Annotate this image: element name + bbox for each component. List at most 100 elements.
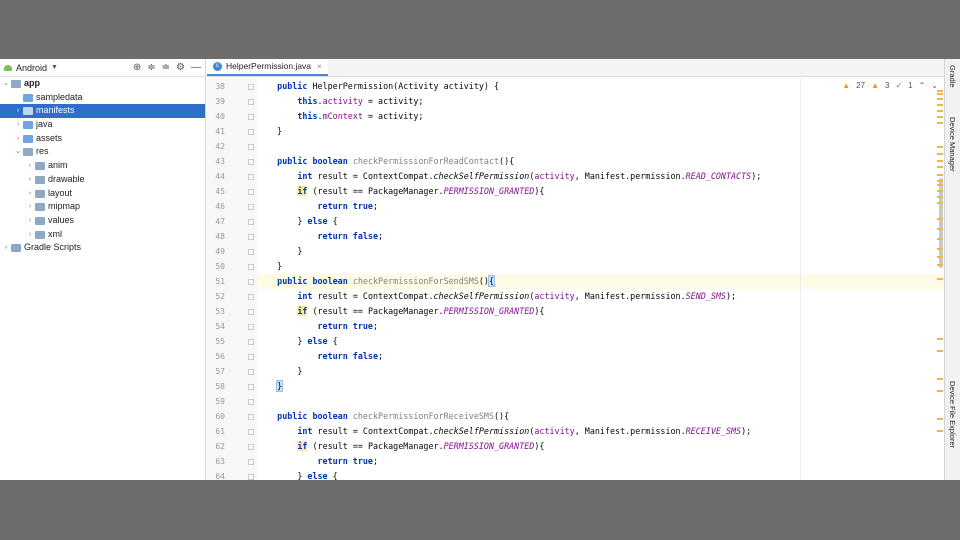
code-line[interactable]: int result = ContextCompat.checkSelfPerm…: [257, 289, 944, 304]
code-line[interactable]: this.mContext = activity;: [257, 109, 944, 124]
fold-marker-icon[interactable]: [248, 174, 254, 180]
code-line[interactable]: public boolean checkPermissionForReceive…: [257, 409, 944, 424]
fold-marker-icon[interactable]: [248, 114, 254, 120]
fold-marker-icon[interactable]: [248, 354, 254, 360]
collapse-all-icon[interactable]: ≐: [162, 62, 170, 73]
chevron-right-icon[interactable]: ›: [26, 214, 34, 228]
warning-stripe-marker[interactable]: [937, 180, 943, 182]
tree-item-xml[interactable]: › xml: [0, 228, 205, 242]
warning-stripe-marker[interactable]: [937, 104, 943, 106]
gradle-tool-tab[interactable]: Gradle: [948, 65, 957, 88]
tree-item-app[interactable]: ⌄ app: [0, 77, 205, 91]
warning-stripe-marker[interactable]: [937, 390, 943, 392]
tree-item-manifests[interactable]: › manifests: [0, 104, 205, 119]
fold-marker-icon[interactable]: [248, 159, 254, 165]
fold-marker-icon[interactable]: [248, 204, 254, 210]
chevron-right-icon[interactable]: ›: [26, 200, 34, 214]
warning-stripe-marker[interactable]: [937, 228, 943, 230]
hide-icon[interactable]: —: [191, 62, 201, 73]
code-line[interactable]: public boolean checkPermissionForSendSMS…: [257, 274, 944, 289]
fold-marker-icon[interactable]: [248, 234, 254, 240]
code-line[interactable]: return true;: [257, 454, 944, 469]
code-line[interactable]: return false;: [257, 229, 944, 244]
warning-stripe-marker[interactable]: [937, 338, 943, 340]
warning-stripe-marker[interactable]: [937, 430, 943, 432]
warning-stripe-marker[interactable]: [937, 122, 943, 124]
tree-item-gradle-scripts[interactable]: › Gradle Scripts: [0, 241, 205, 255]
warning-stripe-marker[interactable]: [937, 202, 943, 204]
fold-marker-icon[interactable]: [248, 459, 254, 465]
device-file-explorer-tool-tab[interactable]: Device File Explorer: [948, 381, 957, 448]
warning-stripe-marker[interactable]: [937, 256, 943, 258]
code-line[interactable]: public HelperPermission(Activity activit…: [257, 79, 944, 94]
code-line[interactable]: } else {: [257, 469, 944, 480]
tree-item-drawable[interactable]: › drawable: [0, 173, 205, 187]
code-line[interactable]: if (result == PackageManager.PERMISSION_…: [257, 184, 944, 199]
fold-marker-icon[interactable]: [248, 324, 254, 330]
chevron-right-icon[interactable]: ›: [26, 173, 34, 187]
warning-stripe-marker[interactable]: [937, 190, 943, 192]
warning-stripe-marker[interactable]: [937, 116, 943, 118]
code-area[interactable]: public HelperPermission(Activity activit…: [257, 78, 944, 480]
expand-all-icon[interactable]: ≑: [147, 62, 155, 73]
warning-stripe-marker[interactable]: [937, 264, 943, 266]
locate-icon[interactable]: ⊕: [133, 62, 141, 73]
code-line[interactable]: } else {: [257, 334, 944, 349]
warning-stripe-marker[interactable]: [937, 278, 943, 280]
code-line[interactable]: [257, 139, 944, 154]
warning-stripe-marker[interactable]: [937, 218, 943, 220]
fold-marker-icon[interactable]: [248, 144, 254, 150]
code-line[interactable]: } else {: [257, 214, 944, 229]
tree-item-anim[interactable]: › anim: [0, 159, 205, 173]
line-gutter[interactable]: 38 39 40 41 42 43 44 45 46 47 48 49 50 51 52 53 54 55 56 57…: [207, 78, 257, 480]
fold-marker-icon[interactable]: [248, 249, 254, 255]
fold-marker-icon[interactable]: [248, 99, 254, 105]
fold-marker-icon[interactable]: [248, 339, 254, 345]
tree-item-mipmap[interactable]: › mipmap: [0, 200, 205, 214]
chevron-right-icon[interactable]: ›: [2, 241, 10, 255]
chevron-right-icon[interactable]: ›: [26, 228, 34, 242]
fold-marker-icon[interactable]: [248, 84, 254, 90]
tree-item-layout[interactable]: › layout: [0, 187, 205, 201]
code-line[interactable]: }: [257, 244, 944, 259]
fold-marker-icon[interactable]: [248, 309, 254, 315]
tree-item-res[interactable]: ⌄ res: [0, 145, 205, 159]
chevron-right-icon[interactable]: ›: [14, 104, 22, 118]
code-line[interactable]: public boolean checkPermissionForReadCon…: [257, 154, 944, 169]
warning-stripe-marker[interactable]: [937, 378, 943, 380]
code-line[interactable]: if (result == PackageManager.PERMISSION_…: [257, 439, 944, 454]
gear-icon[interactable]: ⚙: [176, 62, 185, 73]
chevron-right-icon[interactable]: ›: [26, 159, 34, 173]
chevron-right-icon[interactable]: ›: [26, 187, 34, 201]
tree-item-java[interactable]: › java: [0, 118, 205, 132]
code-line[interactable]: return true;: [257, 199, 944, 214]
fold-marker-icon[interactable]: [248, 429, 254, 435]
fold-marker-icon[interactable]: [248, 369, 254, 375]
tree-item-assets[interactable]: › assets: [0, 132, 205, 146]
warning-stripe-marker[interactable]: [937, 90, 943, 92]
warning-stripe-marker[interactable]: [937, 184, 943, 186]
close-icon[interactable]: ×: [317, 62, 322, 71]
code-line[interactable]: [257, 394, 944, 409]
fold-marker-icon[interactable]: [248, 384, 254, 390]
fold-marker-icon[interactable]: [248, 474, 254, 480]
chevron-down-icon[interactable]: ⌄: [2, 77, 10, 91]
fold-marker-icon[interactable]: [248, 264, 254, 270]
code-line[interactable]: }: [257, 259, 944, 274]
code-line[interactable]: return true;: [257, 319, 944, 334]
tab-helperpermission[interactable]: c HelperPermission.java ×: [207, 59, 328, 76]
chevron-right-icon[interactable]: ›: [14, 132, 22, 146]
warning-stripe-marker[interactable]: [937, 196, 943, 198]
device-manager-tool-tab[interactable]: Device Manager: [948, 117, 957, 172]
code-line[interactable]: return false;: [257, 349, 944, 364]
warning-stripe-marker[interactable]: [937, 350, 943, 352]
code-line[interactable]: int result = ContextCompat.checkSelfPerm…: [257, 424, 944, 439]
code-line[interactable]: }: [257, 364, 944, 379]
chevron-down-icon[interactable]: ▼: [51, 64, 58, 71]
warning-stripe-marker[interactable]: [937, 146, 943, 148]
warning-stripe-marker[interactable]: [937, 248, 943, 250]
warning-stripe-marker[interactable]: [937, 93, 943, 95]
fold-marker-icon[interactable]: [248, 414, 254, 420]
code-line[interactable]: }: [257, 379, 944, 394]
code-line[interactable]: this.activity = activity;: [257, 94, 944, 109]
